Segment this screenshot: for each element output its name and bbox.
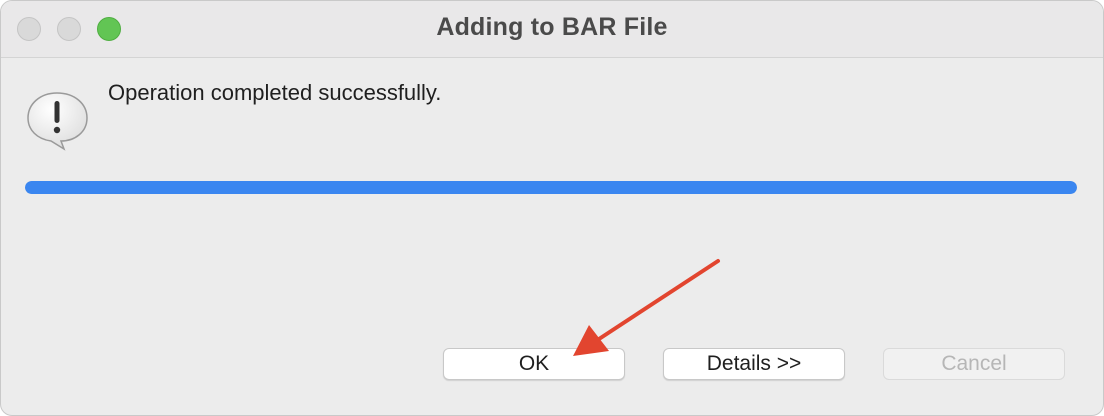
progress-bar [25,181,1077,194]
red-arrow-annotation-icon [573,259,720,356]
status-message: Operation completed successfully. [108,80,442,105]
cancel-button: Cancel [883,348,1065,380]
title-bar[interactable]: Adding to BAR File [1,1,1103,58]
window-title: Adding to BAR File [436,13,668,41]
exclamation-speech-bubble-icon [27,92,88,151]
progress-bar-fill [25,181,1077,194]
dialog-window: Adding to BAR File Operation completed s… [0,0,1104,416]
